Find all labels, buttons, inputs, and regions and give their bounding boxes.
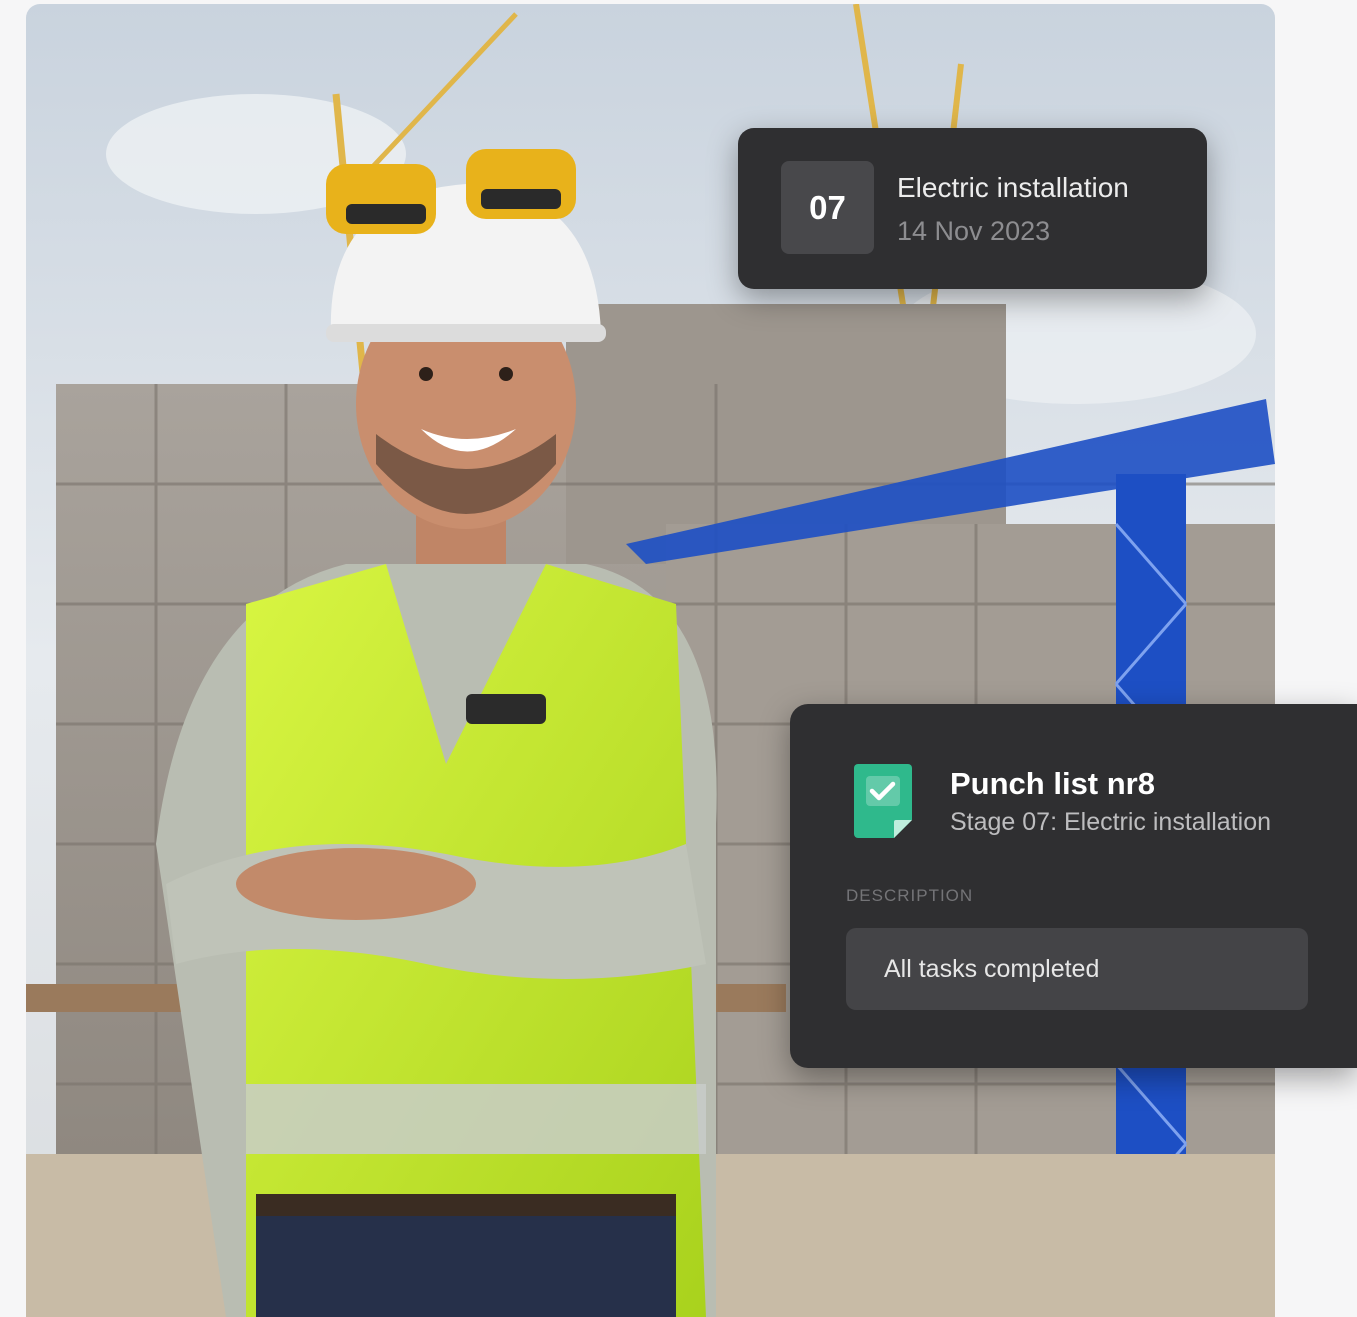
- stage-number-badge: 07: [781, 161, 874, 254]
- stage-title: Electric installation: [897, 172, 1129, 203]
- description-value: All tasks completed: [884, 954, 1100, 983]
- punch-list-subtitle: Stage 07: Electric installation: [950, 808, 1272, 836]
- description-label: DESCRIPTION: [846, 886, 974, 905]
- stage-date: 14 Nov 2023: [897, 216, 1051, 246]
- description-field[interactable]: All tasks completed: [846, 928, 1308, 1010]
- punch-list-card[interactable]: Punch list nr8 Stage 07: Electric instal…: [790, 704, 1357, 1068]
- checklist-document-icon: [852, 762, 914, 840]
- punch-list-title: Punch list nr8: [950, 766, 1155, 801]
- stage-card[interactable]: 07 Electric installation 14 Nov 2023: [738, 128, 1207, 289]
